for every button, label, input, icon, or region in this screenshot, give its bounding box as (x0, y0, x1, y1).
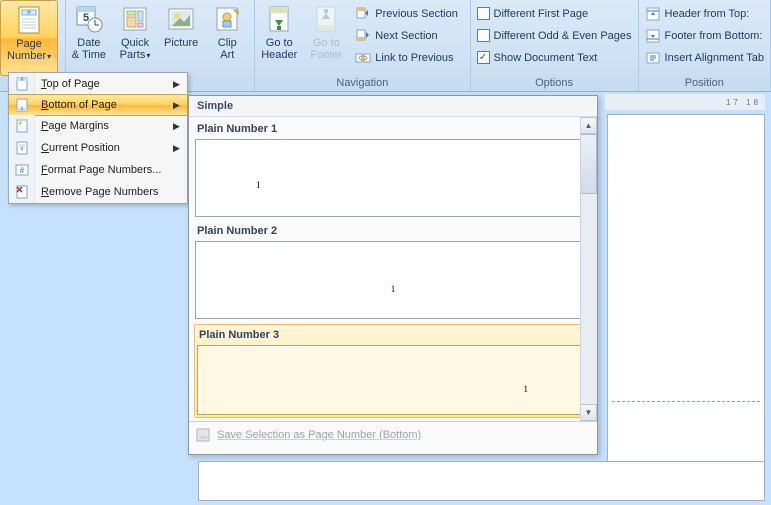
quick-parts-icon (119, 3, 151, 35)
page-number-menu: # Top of Page ▶ # Bottom of Page ▶ # Pag… (8, 72, 188, 204)
scroll-down-button[interactable]: ▼ (581, 404, 597, 421)
menu-top-of-page[interactable]: # Top of Page ▶ (9, 73, 187, 95)
scroll-thumb[interactable] (581, 134, 597, 194)
page-number-button[interactable]: # PageNumber▾ (0, 0, 58, 76)
goto-header-icon (263, 3, 295, 35)
next-section-icon (355, 28, 371, 44)
options-group-label: Options (471, 76, 638, 91)
scroll-up-button[interactable]: ▲ (581, 117, 597, 134)
menu-bottom-of-page[interactable]: # Bottom of Page ▶ (8, 94, 188, 116)
save-selection-icon (195, 427, 211, 443)
submenu-arrow-icon: ▶ (173, 79, 187, 90)
gallery-save-selection: Save Selection as Page Number (Bottom) (189, 421, 597, 448)
gallery-item-plain-number-2[interactable]: Plain Number 2 1 (195, 223, 591, 319)
date-time-button[interactable]: 5 Date& Time (66, 0, 112, 76)
picture-icon (165, 3, 197, 35)
horizontal-ruler: 17 18 (605, 94, 765, 110)
previous-section-button[interactable]: Previous Section (355, 3, 458, 24)
dropdown-caret-icon: ▾ (47, 52, 51, 61)
page-number-icon: # (13, 4, 45, 36)
submenu-arrow-icon: ▶ (173, 143, 187, 154)
footer-bottom-icon (645, 28, 661, 44)
insert-alignment-tab-button[interactable]: Insert Alignment Tab (645, 47, 764, 68)
svg-text:#: # (20, 147, 23, 153)
menu-format-page-numbers[interactable]: # Format Page Numbers... (9, 159, 187, 181)
page-margins-icon: # (9, 115, 35, 137)
position-group-label: Position (639, 76, 770, 91)
gallery-preview: 1 (195, 241, 591, 319)
svg-text:#: # (19, 121, 22, 127)
gallery-item-plain-number-1[interactable]: Plain Number 1 1 (195, 121, 591, 217)
submenu-arrow-icon: ▶ (173, 121, 187, 132)
checkbox-icon (477, 7, 490, 20)
header-from-top-field[interactable]: Header from Top: (645, 3, 764, 24)
footer-from-bottom-field[interactable]: Footer from Bottom: (645, 25, 764, 46)
gallery-preview: 1 (197, 345, 589, 415)
clip-art-icon (211, 3, 243, 35)
page-number-label-1: Page (16, 38, 42, 50)
format-page-numbers-icon: # (9, 159, 35, 181)
goto-footer-icon (310, 3, 342, 35)
menu-page-margins[interactable]: # Page Margins ▶ (9, 115, 187, 137)
remove-page-numbers-icon (9, 181, 35, 203)
quick-parts-button[interactable]: QuickParts▾ (112, 0, 158, 76)
goto-header-button[interactable]: Go toHeader (255, 0, 303, 76)
clip-art-button[interactable]: ClipArt (204, 0, 250, 76)
previous-section-icon (355, 6, 371, 22)
submenu-arrow-icon: ▶ (173, 100, 187, 111)
current-position-icon: # (9, 137, 35, 159)
svg-text:#: # (27, 10, 31, 17)
alignment-tab-icon (645, 50, 661, 66)
svg-text:#: # (20, 77, 23, 83)
gallery-item-plain-number-3[interactable]: Plain Number 3 1 (194, 324, 592, 418)
gallery-section-header: Simple (189, 96, 597, 117)
goto-footer-button[interactable]: Go toFooter (303, 0, 349, 76)
date-time-icon: 5 (73, 3, 105, 35)
top-of-page-icon: # (9, 73, 35, 95)
different-first-page-checkbox[interactable]: Different First Page (477, 3, 632, 24)
page-number-gallery: Simple Plain Number 1 1 Plain Number 2 1… (188, 95, 598, 455)
gallery-preview: 1 (195, 139, 591, 217)
navigation-group-label: Navigation (255, 76, 469, 91)
document-page-next (198, 461, 765, 501)
link-to-previous-button[interactable]: Link to Previous (355, 47, 458, 68)
svg-text:#: # (21, 107, 24, 113)
picture-button[interactable]: Picture (158, 0, 204, 76)
header-top-icon (645, 6, 661, 22)
menu-remove-page-numbers[interactable]: Remove Page Numbers (9, 181, 187, 203)
different-odd-even-checkbox[interactable]: Different Odd & Even Pages (477, 25, 632, 46)
show-document-text-checkbox[interactable]: ✓ Show Document Text (477, 47, 632, 68)
menu-current-position[interactable]: # Current Position ▶ (9, 137, 187, 159)
document-page (607, 114, 765, 474)
gallery-scrollbar[interactable]: ▲ ▼ (580, 117, 597, 421)
next-section-button[interactable]: Next Section (355, 25, 458, 46)
checkbox-icon (477, 29, 490, 42)
page-number-label-2: Number (7, 50, 46, 62)
svg-text:#: # (19, 166, 24, 175)
bottom-of-page-icon: # (9, 95, 35, 115)
checkbox-checked-icon: ✓ (477, 51, 490, 64)
link-to-previous-icon (355, 50, 371, 66)
footer-boundary-line (612, 401, 760, 402)
